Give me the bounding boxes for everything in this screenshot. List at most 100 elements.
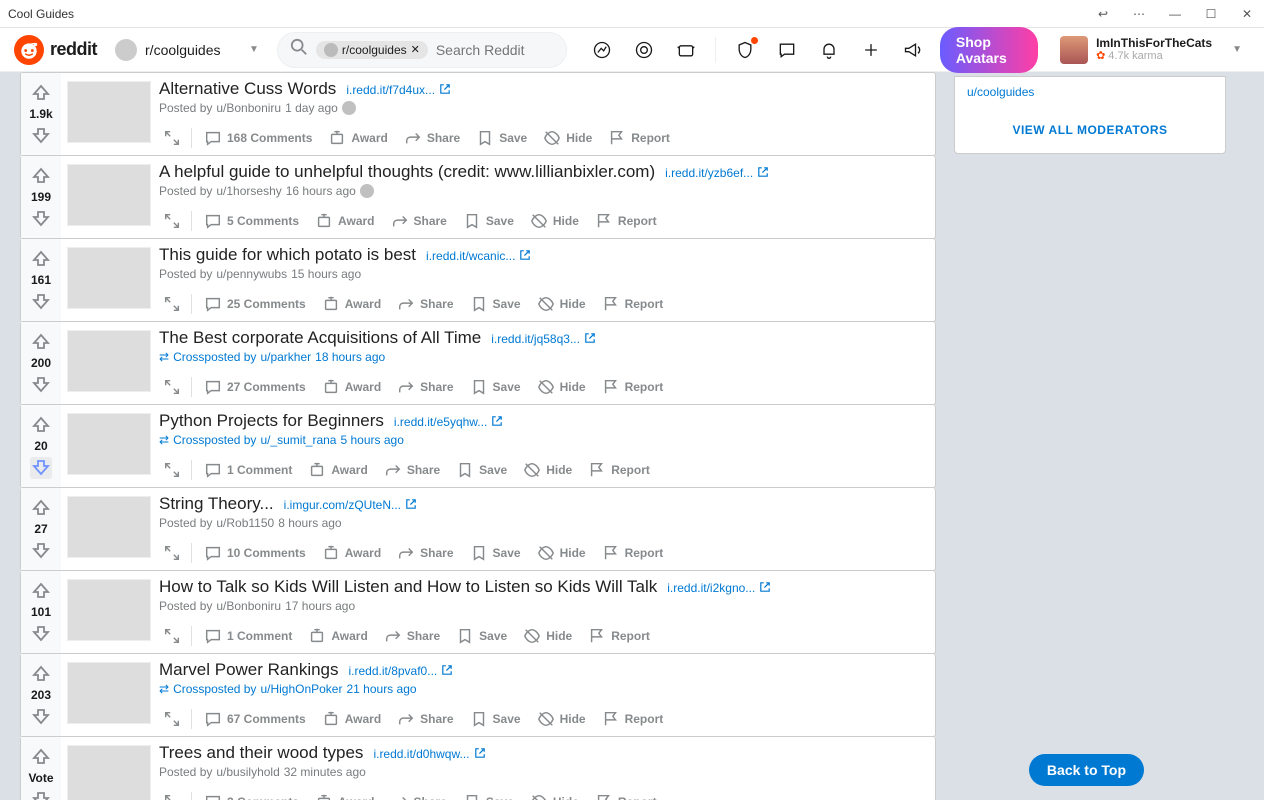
post[interactable]: 203 Marvel Power Rankings i.redd.it/8pva… (20, 654, 936, 737)
moderator-link[interactable]: u/coolguides (967, 85, 1213, 99)
post-title[interactable]: A helpful guide to unhelpful thoughts (c… (159, 162, 655, 182)
post-author[interactable]: u/_sumit_rana (260, 433, 336, 447)
post-title[interactable]: Trees and their wood types (159, 743, 363, 763)
chip-close-icon[interactable]: ✕ (411, 43, 420, 56)
expand-icon[interactable] (159, 291, 185, 317)
create-post-icon[interactable] (854, 33, 888, 67)
notifications-icon[interactable] (812, 33, 846, 67)
upvote-button[interactable] (30, 330, 52, 352)
hide-button[interactable]: Hide (531, 374, 592, 400)
share-button[interactable]: Share (391, 540, 459, 566)
post-outbound-link[interactable]: i.redd.it/f7d4ux... (346, 83, 451, 98)
share-button[interactable]: Share (378, 457, 446, 483)
post[interactable]: 1.9k Alternative Cuss Words i.redd.it/f7… (20, 72, 936, 156)
post-outbound-link[interactable]: i.redd.it/wcanic... (426, 249, 531, 264)
post-author[interactable]: u/busilyhold (216, 765, 279, 779)
award-button[interactable]: Award (302, 457, 373, 483)
downvote-button[interactable] (30, 540, 52, 562)
save-button[interactable]: Save (464, 540, 527, 566)
post[interactable]: 200 The Best corporate Acquisitions of A… (20, 322, 936, 405)
comments-button[interactable]: 67 Comments (198, 706, 312, 732)
report-button[interactable]: Report (589, 789, 663, 800)
post-title[interactable]: Alternative Cuss Words (159, 79, 336, 99)
hide-button[interactable]: Hide (524, 789, 585, 800)
downvote-button[interactable] (30, 125, 52, 147)
post-thumbnail[interactable] (67, 164, 151, 226)
upvote-button[interactable] (30, 164, 52, 186)
post-outbound-link[interactable]: i.redd.it/i2kgno... (667, 581, 771, 596)
share-button[interactable]: Share (391, 291, 459, 317)
comments-button[interactable]: 5 Comments (198, 208, 305, 234)
save-button[interactable]: Save (464, 374, 527, 400)
report-button[interactable]: Report (596, 374, 670, 400)
upvote-button[interactable] (30, 662, 52, 684)
post-thumbnail[interactable] (67, 330, 151, 392)
expand-icon[interactable] (159, 374, 185, 400)
post-thumbnail[interactable] (67, 81, 151, 143)
save-button[interactable]: Save (464, 706, 527, 732)
award-badge-icon[interactable] (360, 184, 374, 198)
downvote-button[interactable] (30, 291, 52, 313)
award-button[interactable]: Award (309, 789, 380, 800)
happening-now-icon[interactable] (669, 33, 703, 67)
back-to-top-button[interactable]: Back to Top (1029, 754, 1144, 786)
award-button[interactable]: Award (316, 540, 387, 566)
page-scroll[interactable]: 1.9k Alternative Cuss Words i.redd.it/f7… (0, 72, 1264, 800)
post-author[interactable]: u/HighOnPoker (260, 682, 342, 696)
community-picker[interactable]: r/coolguides ▼ (107, 35, 267, 65)
history-icon[interactable]: ↩ (1094, 7, 1112, 21)
upvote-button[interactable] (30, 745, 52, 767)
share-button[interactable]: Share (391, 706, 459, 732)
upvote-button[interactable] (30, 496, 52, 518)
post[interactable]: Vote Trees and their wood types i.redd.i… (20, 737, 936, 800)
coins-icon[interactable] (627, 33, 661, 67)
reddit-logo[interactable]: reddit (14, 35, 97, 65)
post-title[interactable]: The Best corporate Acquisitions of All T… (159, 328, 481, 348)
chat-icon[interactable] (770, 33, 804, 67)
save-button[interactable]: Save (457, 208, 520, 234)
search-scope-chip[interactable]: r/coolguides ✕ (316, 41, 428, 59)
comments-button[interactable]: 2 Comments (198, 789, 305, 800)
hide-button[interactable]: Hide (537, 125, 598, 151)
expand-icon[interactable] (159, 208, 185, 234)
share-button[interactable]: Share (385, 789, 453, 800)
post-author[interactable]: u/Bonboniru (216, 101, 281, 115)
more-icon[interactable]: ⋯ (1130, 7, 1148, 21)
close-icon[interactable]: ✕ (1238, 7, 1256, 21)
comments-button[interactable]: 1 Comment (198, 457, 298, 483)
hide-button[interactable]: Hide (531, 291, 592, 317)
post-thumbnail[interactable] (67, 662, 151, 724)
post-title[interactable]: Marvel Power Rankings (159, 660, 339, 680)
downvote-button[interactable] (30, 374, 52, 396)
downvote-button[interactable] (30, 457, 52, 479)
view-all-moderators[interactable]: VIEW ALL MODERATORS (967, 123, 1213, 137)
post[interactable]: 161 This guide for which potato is best … (20, 239, 936, 322)
post-title[interactable]: String Theory... (159, 494, 274, 514)
post-author[interactable]: u/pennywubs (216, 267, 287, 281)
moderation-icon[interactable] (728, 33, 762, 67)
post-author[interactable]: u/1horseshy (216, 184, 281, 198)
post-author[interactable]: u/Rob1150 (216, 516, 274, 530)
report-button[interactable]: Report (589, 208, 663, 234)
search-bar[interactable]: r/coolguides ✕ (277, 32, 567, 68)
post-outbound-link[interactable]: i.redd.it/d0hwqw... (373, 747, 485, 762)
post-outbound-link[interactable]: i.redd.it/yzb6ef... (665, 166, 769, 181)
downvote-button[interactable] (30, 706, 52, 728)
hide-button[interactable]: Hide (517, 623, 578, 649)
award-button[interactable]: Award (316, 706, 387, 732)
share-button[interactable]: Share (378, 623, 446, 649)
maximize-icon[interactable]: ☐ (1202, 7, 1220, 21)
comments-button[interactable]: 25 Comments (198, 291, 312, 317)
hide-button[interactable]: Hide (531, 540, 592, 566)
post-thumbnail[interactable] (67, 247, 151, 309)
advertise-icon[interactable] (896, 33, 930, 67)
post[interactable]: 20 Python Projects for Beginners i.redd.… (20, 405, 936, 488)
downvote-button[interactable] (30, 623, 52, 645)
post-outbound-link[interactable]: i.redd.it/8pvaf0... (349, 664, 454, 679)
post-title[interactable]: This guide for which potato is best (159, 245, 416, 265)
post-thumbnail[interactable] (67, 579, 151, 641)
expand-icon[interactable] (159, 540, 185, 566)
comments-button[interactable]: 168 Comments (198, 125, 318, 151)
minimize-icon[interactable]: — (1166, 7, 1184, 21)
save-button[interactable]: Save (450, 457, 513, 483)
